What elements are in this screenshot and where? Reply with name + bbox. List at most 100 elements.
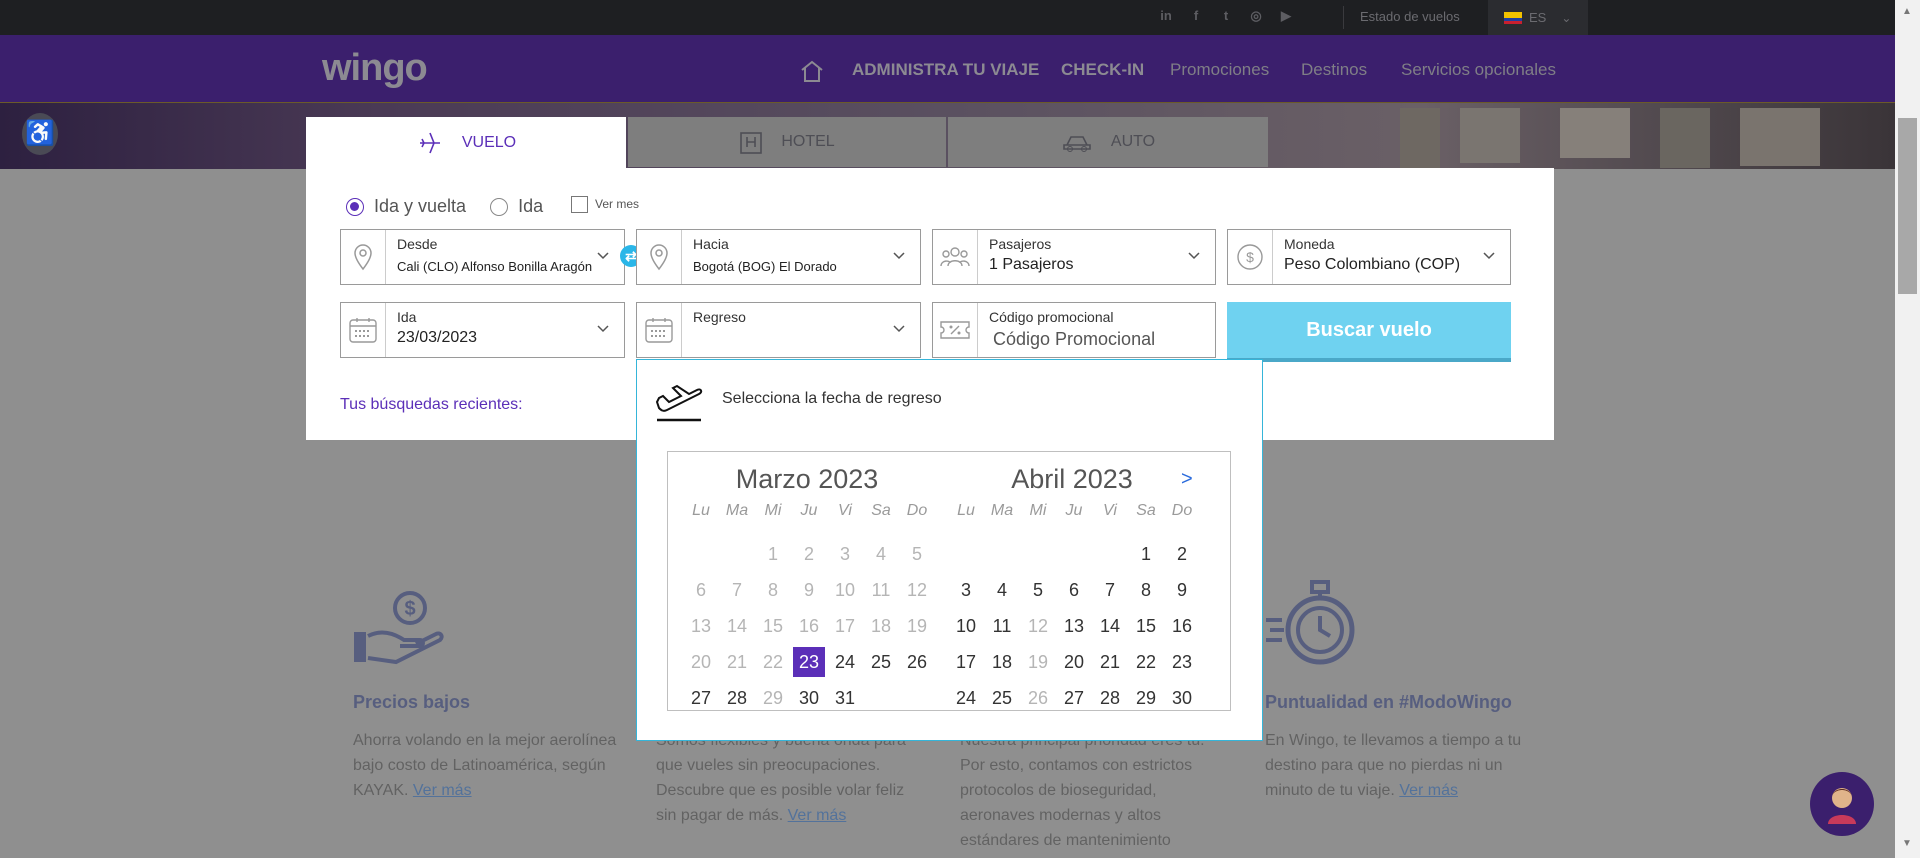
calendar-day[interactable]: 24 <box>948 680 984 716</box>
calendar-day[interactable]: 17 <box>948 644 984 680</box>
calendar-day[interactable]: 6 <box>1056 572 1092 608</box>
calendar-day[interactable]: 26 <box>899 644 935 680</box>
calendar-day[interactable]: 15 <box>1128 608 1164 644</box>
tab-hotel[interactable]: HOTEL <box>628 117 946 167</box>
feature-text-low-prices: Ahorra volando en la mejor aerolínea baj… <box>353 732 617 799</box>
wingo-logo[interactable]: wingo <box>322 47 428 90</box>
weekday-header: Mi <box>1029 502 1047 519</box>
instagram-icon[interactable]: ◎ <box>1248 8 1264 24</box>
see-month-label: Ver mes <box>595 197 640 211</box>
month-title-april: Abril 2023 <box>1011 464 1133 494</box>
scroll-down-arrow-icon[interactable]: ▼ <box>1902 838 1912 849</box>
calendar-day[interactable]: 9 <box>1164 572 1200 608</box>
see-month-checkbox[interactable] <box>571 196 588 213</box>
calendar-day[interactable]: 30 <box>1164 680 1200 716</box>
calendar-day[interactable]: 28 <box>719 680 755 716</box>
calendar-day[interactable]: 4 <box>984 572 1020 608</box>
feature-title-low-prices: Precios bajos <box>353 692 471 712</box>
passengers-field[interactable]: Pasajeros 1 Pasajeros <box>932 229 1216 285</box>
calendar-day[interactable]: 5 <box>1020 572 1056 608</box>
weekday-header: Do <box>1171 502 1193 519</box>
return-date-field[interactable]: Regreso <box>636 302 921 358</box>
scrollbar-thumb[interactable] <box>1898 118 1917 294</box>
tab-hotel-label: HOTEL <box>781 133 835 150</box>
calendar-day[interactable]: 24 <box>827 644 863 680</box>
colombia-flag-icon <box>1504 11 1522 24</box>
nav-promotions[interactable]: Promociones <box>1170 60 1269 80</box>
nav-optional-services[interactable]: Servicios opcionales <box>1401 60 1556 80</box>
see-more-link[interactable]: Ver más <box>413 782 472 799</box>
plane-landing-icon <box>655 384 703 422</box>
facebook-icon[interactable]: f <box>1188 8 1204 24</box>
calendar-day[interactable]: 2 <box>1164 536 1200 572</box>
calendar-day[interactable]: 16 <box>1164 608 1200 644</box>
home-icon[interactable] <box>799 59 825 83</box>
calendar-empty-cell <box>1092 536 1128 572</box>
currency-field[interactable]: $ Moneda Peso Colombiano (COP) <box>1227 229 1511 285</box>
calendar-empty-cell <box>984 536 1020 572</box>
calendar-day[interactable]: 13 <box>1056 608 1092 644</box>
calendar-day[interactable]: 30 <box>791 680 827 716</box>
calendar-day[interactable]: 8 <box>1128 572 1164 608</box>
calendar-day[interactable]: 10 <box>948 608 984 644</box>
nav-check-in[interactable]: CHECK-IN <box>1061 60 1144 80</box>
chevron-down-icon <box>893 252 905 260</box>
next-month-button[interactable]: > <box>1181 468 1193 491</box>
calendar-day[interactable]: 11 <box>984 608 1020 644</box>
origin-field[interactable]: Desde Cali (CLO) Alfonso Bonilla Aragón <box>340 229 625 285</box>
calendar-day: 2 <box>803 543 814 564</box>
calendar-day[interactable]: 14 <box>1092 608 1128 644</box>
calendar-day[interactable]: 21 <box>1092 644 1128 680</box>
stopwatch-icon <box>1266 580 1355 665</box>
destination-field[interactable]: Hacia Bogotá (BOG) El Dorado <box>636 229 921 285</box>
radio-round-trip[interactable] <box>346 197 364 216</box>
calendar-day[interactable]: 1 <box>1128 536 1164 572</box>
hotel-icon <box>740 132 763 154</box>
nav-destinations[interactable]: Destinos <box>1301 60 1367 80</box>
calendar-day: 5 <box>911 543 922 564</box>
calendar-day[interactable]: 31 <box>827 680 863 716</box>
twitter-icon[interactable]: t <box>1218 8 1234 24</box>
nav-manage-trip[interactable]: ADMINISTRA TU VIAJE <box>852 60 1039 80</box>
calendar-day[interactable]: 25 <box>984 680 1020 716</box>
calendar-day[interactable]: 28 <box>1092 680 1128 716</box>
calendar-day[interactable]: 23 <box>791 644 827 680</box>
tab-car[interactable]: AUTO <box>948 117 1268 167</box>
scroll-up-arrow-icon[interactable]: ▲ <box>1902 6 1912 17</box>
weekday-header: Ju <box>800 502 818 519</box>
money-hand-icon: $ <box>354 591 444 665</box>
picker-prompt: Selecciona la fecha de regreso <box>722 390 942 407</box>
tab-flight[interactable]: VUELO <box>306 117 626 169</box>
calendar-day: 16 <box>798 615 820 636</box>
promo-code-field[interactable]: Código promocional Código Promocional <box>932 302 1216 358</box>
search-flight-button[interactable]: Buscar vuelo <box>1227 302 1511 362</box>
departure-date-field[interactable]: Ida 23/03/2023 <box>340 302 625 358</box>
calendar-day[interactable]: 27 <box>683 680 719 716</box>
calendar-day[interactable]: 23 <box>1164 644 1200 680</box>
calendar-day[interactable]: 3 <box>948 572 984 608</box>
plane-icon <box>419 132 440 154</box>
calendar-day[interactable]: 22 <box>1128 644 1164 680</box>
chat-assistant-button[interactable] <box>1810 772 1874 836</box>
see-more-link[interactable]: Ver más <box>788 807 847 824</box>
month-grid-april: Lu Ma Mi Ju Vi Sa Do 1 2 3 4 5 6 7 8 9 10 11 12 13 14 15 16 17 1… <box>948 500 1200 716</box>
calendar-day[interactable]: 20 <box>1056 644 1092 680</box>
calendar-day[interactable]: 29 <box>1128 680 1164 716</box>
radio-round-trip-label: Ida y vuelta <box>374 196 467 216</box>
calendar-day[interactable]: 7 <box>1092 572 1128 608</box>
flight-status-link[interactable]: Estado de vuelos <box>1360 9 1460 24</box>
calendar-day[interactable]: 18 <box>984 644 1020 680</box>
youtube-icon[interactable]: ▶ <box>1278 8 1294 24</box>
passengers-value: 1 Pasajeros <box>989 256 1074 273</box>
linkedin-icon[interactable]: in <box>1158 8 1174 24</box>
calendar-day[interactable]: 27 <box>1056 680 1092 716</box>
page-scrollbar[interactable]: ▲ ▼ <box>1895 0 1920 858</box>
accessibility-icon[interactable]: ♿ <box>22 113 58 155</box>
language-selector[interactable]: ES ⌄ <box>1488 0 1588 35</box>
top-bar: in f t ◎ ▶ Estado de vuelos ES ⌄ <box>0 0 1895 35</box>
promo-code-input[interactable]: Código Promocional <box>993 329 1155 350</box>
radio-one-way[interactable] <box>490 197 509 216</box>
see-more-link[interactable]: Ver más <box>1399 782 1458 799</box>
calendar-day[interactable]: 25 <box>863 644 899 680</box>
feature-text-safety: Nuestra principal prioridad eres tú. Por… <box>960 732 1205 849</box>
